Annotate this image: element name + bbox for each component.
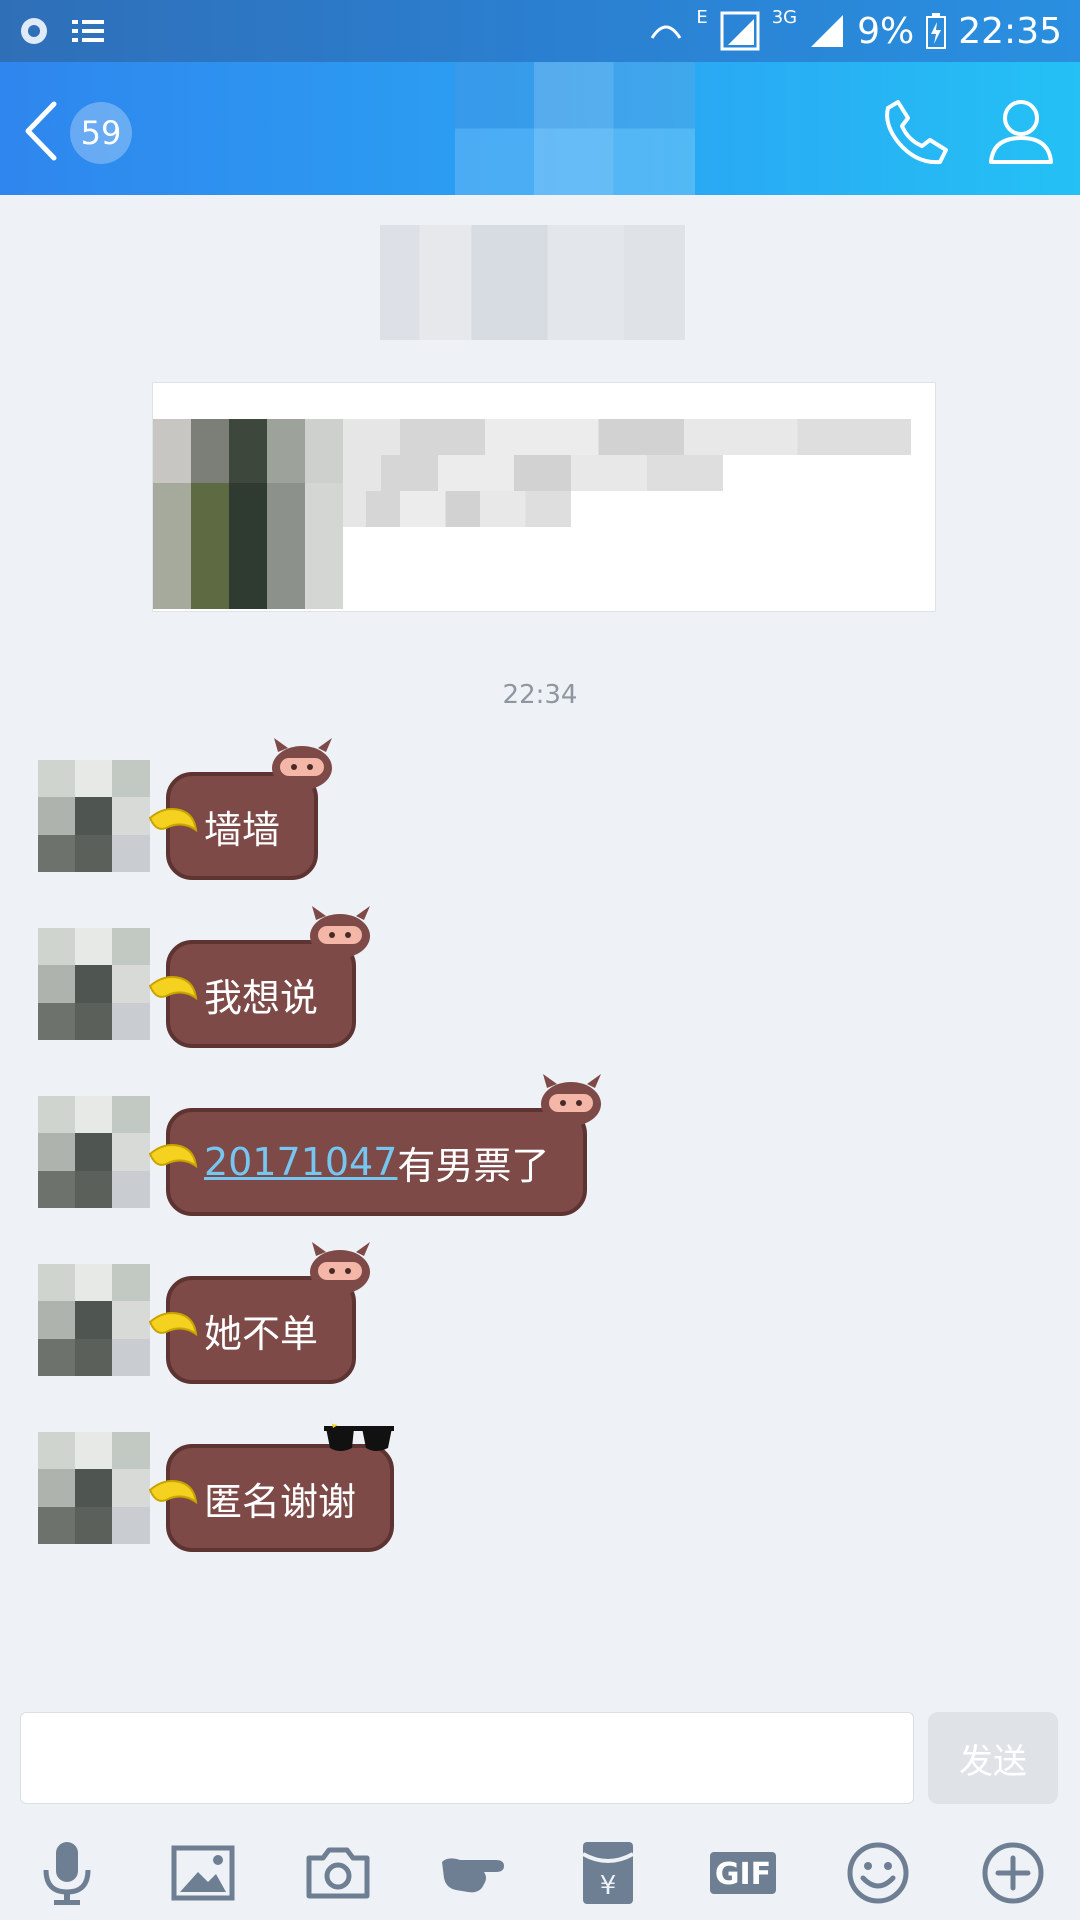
red-packet-button[interactable]: ¥: [573, 1838, 643, 1908]
unread-count-badge: 59: [70, 102, 132, 164]
redacted-card: [152, 382, 936, 612]
pig-icon: [272, 738, 333, 790]
battery-icon: [926, 13, 947, 49]
back-button[interactable]: 59: [22, 100, 142, 164]
poke-icon: [442, 1858, 504, 1893]
emoji-button[interactable]: [843, 1838, 913, 1908]
emoji-icon: [847, 1842, 909, 1904]
gif-icon: GIF: [710, 1852, 776, 1894]
pig-icon: [541, 1074, 602, 1126]
avatar[interactable]: [38, 928, 150, 1040]
banana-icon: [148, 1312, 198, 1337]
image-icon: [171, 1845, 235, 1901]
sunglasses-icon: [324, 1418, 395, 1451]
message-text: 墙墙: [204, 807, 281, 852]
network-3g-label: 3G: [771, 6, 798, 28]
banana-icon: [148, 976, 198, 1001]
message-bubble[interactable]: 她不单: [148, 1242, 371, 1384]
message-bubble[interactable]: 我想说: [148, 906, 371, 1048]
message-text: 她不单: [204, 1311, 319, 1356]
message-input[interactable]: [20, 1712, 914, 1804]
avatar[interactable]: [38, 1432, 150, 1544]
signal-2-icon: [811, 15, 844, 47]
call-button[interactable]: [880, 96, 952, 168]
message-text: 匿名谢谢: [204, 1479, 357, 1524]
message-timestamp: 22:34: [502, 680, 578, 710]
status-time: 22:35: [958, 10, 1062, 52]
message-bubble[interactable]: 匿名谢谢: [148, 1418, 395, 1552]
poke-button[interactable]: [438, 1838, 508, 1908]
chat-title-redacted: [455, 62, 695, 195]
redacted-line: [343, 419, 911, 455]
input-toolbar: ¥ GIF: [0, 1820, 1080, 1920]
redacted-header: [380, 225, 685, 340]
redacted-line: [343, 455, 723, 491]
send-button[interactable]: 发送: [928, 1712, 1058, 1804]
profile-button[interactable]: [985, 96, 1057, 168]
message-text: 有男票了: [397, 1143, 550, 1188]
camera-button[interactable]: [303, 1838, 373, 1908]
network-e-label: E: [696, 6, 708, 28]
status-left: [18, 12, 108, 54]
battery-percent: 9%: [857, 10, 915, 52]
status-bar: E 3G 9% 22:35: [0, 0, 1080, 62]
message-bubble[interactable]: 20171047 有男票了: [148, 1074, 602, 1216]
more-button[interactable]: [978, 1838, 1048, 1908]
avatar[interactable]: [38, 1264, 150, 1376]
image-button[interactable]: [168, 1838, 238, 1908]
status-right: E 3G 9% 22:35: [648, 6, 1062, 54]
banana-icon: [148, 1480, 198, 1505]
banana-icon: [148, 1144, 198, 1169]
gif-button[interactable]: GIF: [708, 1838, 778, 1908]
notification-icons: [21, 18, 104, 44]
gif-label: GIF: [715, 1857, 771, 1892]
avatar[interactable]: [38, 1096, 150, 1208]
redacted-line: [343, 491, 571, 527]
message-bubble[interactable]: 墙墙: [148, 738, 333, 880]
camera-icon: [306, 1847, 370, 1899]
pig-icon: [310, 906, 371, 958]
person-icon: [989, 100, 1053, 164]
message-text: 我想说: [204, 975, 319, 1020]
phone-icon: [885, 100, 948, 165]
voice-button[interactable]: [32, 1838, 102, 1908]
signal-1-icon: [720, 11, 760, 51]
banana-icon: [148, 808, 198, 833]
message-link[interactable]: 20171047: [204, 1140, 397, 1184]
redacted-thumbnail: [153, 419, 343, 609]
microphone-icon: [43, 1842, 91, 1905]
plus-icon: [982, 1842, 1044, 1904]
avatar[interactable]: [38, 760, 150, 872]
pig-icon: [310, 1242, 371, 1294]
red-packet-icon: ¥: [582, 1842, 634, 1904]
title-bar: 59: [0, 62, 1080, 195]
back-arrow-icon: [25, 101, 57, 161]
nfc-icon: [651, 25, 682, 39]
red-packet-label: ¥: [600, 1871, 617, 1901]
